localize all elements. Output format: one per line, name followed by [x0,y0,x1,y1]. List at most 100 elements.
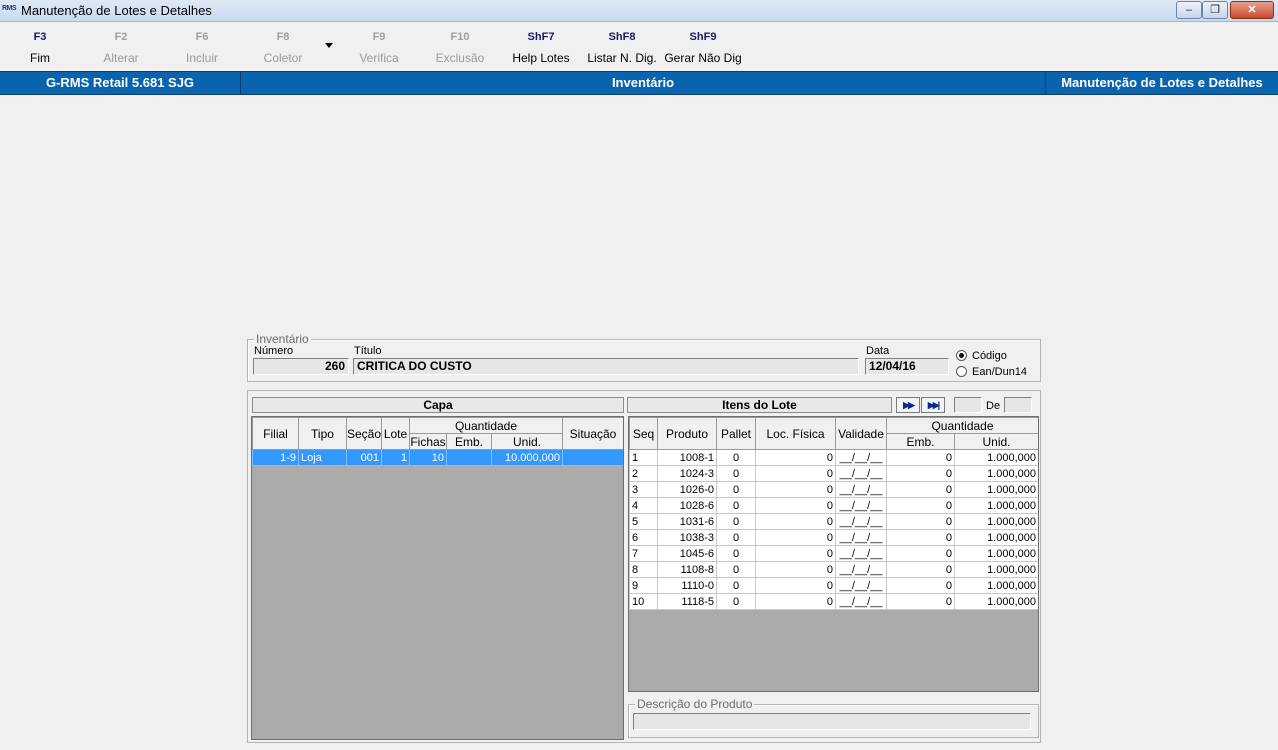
col-unid[interactable]: Unid. [954,433,1038,450]
data-field[interactable]: 12/04/16 [865,358,949,375]
col-seq[interactable]: Seq [629,417,658,450]
cell-seq: 4 [629,497,658,514]
col-emb[interactable]: Emb. [446,433,492,450]
toolbar-button-verifica[interactable]: F9 Verifica [339,31,419,65]
toolbar-button-incluir[interactable]: F6 Incluir [162,31,242,65]
toolbar-label: Coletor [263,51,303,65]
cell-seq: 7 [629,545,658,562]
cell-validade: __/__/__ [835,593,887,610]
table-row[interactable]: 8 1108-8 0 0 __/__/__ 0 1.000,000 [629,561,1038,578]
toolbar-button-help-lotes[interactable]: ShF7 Help Lotes [501,31,581,65]
cell-loc: 0 [755,449,836,466]
cell-unid: 1.000,000 [954,577,1038,594]
table-row[interactable]: 2 1024-3 0 0 __/__/__ 0 1.000,000 [629,465,1038,482]
capa-grid[interactable]: Filial Tipo Seção Lote Quantidade Situaç… [251,416,624,740]
de-label: De [986,400,1001,412]
numero-label: Número [254,345,294,357]
toolbar-key: F6 [195,31,209,43]
table-row[interactable]: 1-9 Loja 001 1 10 10.000,000 [252,449,623,466]
cell-seq: 9 [629,577,658,594]
toolbar-key: F9 [372,31,386,43]
col-unid[interactable]: Unid. [490,433,564,450]
itens-table: Seq Produto Pallet Loc. Física Validade … [629,417,1038,610]
module-header-bar: G-RMS Retail 5.681 SJG Inventário Manute… [0,71,1278,95]
cell-pallet: 0 [716,593,756,610]
cell-emb [446,449,492,466]
page-total-field[interactable] [1004,397,1032,413]
radio-codigo[interactable]: Código [956,350,1007,362]
cell-seq: 6 [629,529,658,546]
toolbar-key: F10 [450,31,470,43]
last-page-icon[interactable]: ▶▶| [921,397,945,413]
cell-unid: 1.000,000 [954,529,1038,546]
next-page-icon[interactable]: ▶▶ [896,397,920,413]
cell-pallet: 0 [716,481,756,498]
cell-pallet: 0 [716,577,756,594]
table-row[interactable]: 3 1026-0 0 0 __/__/__ 0 1.000,000 [629,481,1038,498]
numero-field[interactable]: 260 [253,358,349,375]
cell-seq: 2 [629,465,658,482]
cell-emb: 0 [886,561,955,578]
app-window: RMS Manutenção de Lotes e Detalhes – ❐ ✕… [0,0,1278,750]
screen-title: Manutenção de Lotes e Detalhes [1061,75,1263,90]
col-pallet[interactable]: Pallet [716,417,756,450]
table-row[interactable]: 5 1031-6 0 0 __/__/__ 0 1.000,000 [629,513,1038,530]
cell-emb: 0 [886,577,955,594]
toolbar-button-listar-n-dig[interactable]: ShF8 Listar N. Dig. [582,31,662,65]
cell-emb: 0 [886,449,955,466]
maximize-button[interactable]: ❐ [1202,1,1228,19]
col-fichas[interactable]: Fichas [409,433,447,450]
close-button[interactable]: ✕ [1230,1,1274,19]
coletor-dropdown-arrow-icon[interactable] [325,43,333,48]
page-current-field[interactable] [954,397,982,413]
itens-header: Itens do Lote [627,397,892,413]
toolbar-button-coletor[interactable]: F8 Coletor [243,31,323,65]
title-bar: RMS Manutenção de Lotes e Detalhes – ❐ ✕ [0,0,1278,22]
col-emb[interactable]: Emb. [886,433,955,450]
col-secao[interactable]: Seção [346,417,382,450]
col-loc-fisica[interactable]: Loc. Física [755,417,836,450]
toolbar-label: Alterar [103,51,139,65]
cell-emb: 0 [886,513,955,530]
cell-loc: 0 [755,481,836,498]
cell-loc: 0 [755,545,836,562]
minimize-button[interactable]: – [1176,1,1202,19]
col-filial[interactable]: Filial [252,417,299,450]
table-row[interactable]: 4 1028-6 0 0 __/__/__ 0 1.000,000 [629,497,1038,514]
toolbar-button-alterar[interactable]: F2 Alterar [81,31,161,65]
col-quantidade: Quantidade [408,417,564,434]
col-produto[interactable]: Produto [657,417,717,450]
cell-emb: 0 [886,529,955,546]
col-lote[interactable]: Lote [381,417,410,450]
radio-checked-icon [956,350,967,361]
toolbar-button-gerar-nao-dig[interactable]: ShF9 Gerar Não Dig [663,31,743,65]
cell-unid: 1.000,000 [954,465,1038,482]
table-row[interactable]: 6 1038-3 0 0 __/__/__ 0 1.000,000 [629,529,1038,546]
cell-validade: __/__/__ [835,577,887,594]
cell-seq: 1 [629,449,658,466]
table-row[interactable]: 1 1008-1 0 0 __/__/__ 0 1.000,000 [629,449,1038,466]
toolbar-button-fim[interactable]: F3 Fim [0,31,80,65]
system-version-label: G-RMS Retail 5.681 SJG [0,72,241,94]
cell-produto: 1026-0 [657,481,717,498]
col-validade[interactable]: Validade [835,417,887,450]
toolbar-button-exclusao[interactable]: F10 Exclusão [420,31,500,65]
cell-unid: 1.000,000 [954,561,1038,578]
cell-loc: 0 [755,497,836,514]
itens-grid[interactable]: Seq Produto Pallet Loc. Física Validade … [628,416,1039,692]
titulo-field[interactable]: CRITICA DO CUSTO [353,358,859,375]
col-situacao[interactable]: Situação [562,417,623,450]
cell-emb: 0 [886,593,955,610]
cell-validade: __/__/__ [835,529,887,546]
cell-validade: __/__/__ [835,449,887,466]
table-row[interactable]: 7 1045-6 0 0 __/__/__ 0 1.000,000 [629,545,1038,562]
toolbar-label: Listar N. Dig. [587,51,657,65]
table-row[interactable]: 10 1118-5 0 0 __/__/__ 0 1.000,000 [629,593,1038,610]
descricao-field[interactable] [633,713,1031,730]
radio-ean-dun14[interactable]: Ean/Dun14 [956,366,1027,378]
table-row[interactable]: 9 1110-0 0 0 __/__/__ 0 1.000,000 [629,577,1038,594]
descricao-legend: Descrição do Produto [635,697,755,711]
cell-pallet: 0 [716,465,756,482]
col-tipo[interactable]: Tipo [298,417,347,450]
cell-pallet: 0 [716,497,756,514]
